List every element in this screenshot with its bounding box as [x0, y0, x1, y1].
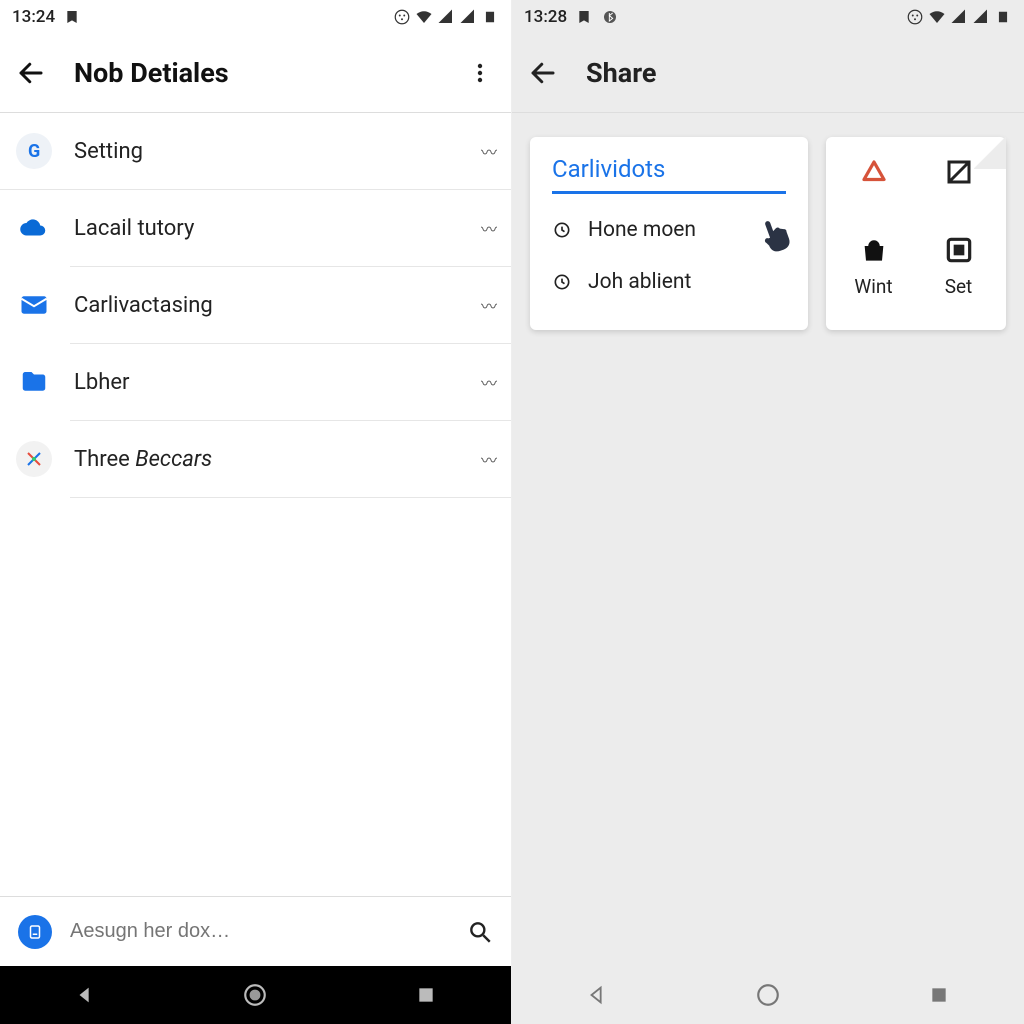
back-button[interactable]: [14, 56, 48, 90]
card-title: Carlividots: [552, 155, 786, 194]
grid-label: Set: [945, 275, 973, 298]
nav-recent[interactable]: [924, 980, 954, 1010]
settings-list: G Setting 〰 Lacail tutory 〰 Carlivactasi…: [0, 113, 511, 896]
wifi-icon: [415, 8, 433, 26]
nav-recent[interactable]: [411, 980, 441, 1010]
search-icon: [467, 919, 493, 945]
nav-home[interactable]: [240, 980, 270, 1010]
clock-icon: [552, 220, 572, 240]
triangle-icon: [855, 153, 893, 191]
signal2-icon: [972, 8, 990, 26]
arrow-left-icon: [16, 58, 46, 88]
square-icon: [940, 231, 978, 269]
list-item-setting[interactable]: G Setting 〰: [0, 113, 511, 189]
status-bar: 13:28: [512, 0, 1024, 34]
bluetooth-icon: [601, 8, 619, 26]
screen-right: 13:28: [512, 0, 1024, 1024]
search-button[interactable]: [467, 919, 493, 945]
grid-cell-wint[interactable]: Wint: [840, 231, 907, 318]
tools-icon: [16, 441, 52, 477]
clock-icon: [552, 272, 572, 292]
chevron-icon: 〰: [481, 216, 495, 240]
screen-left: 13:24 Nob Detiales: [0, 0, 512, 1024]
back-button[interactable]: [526, 56, 560, 90]
svg-text:G: G: [28, 141, 40, 162]
bookmark-icon: [63, 8, 81, 26]
battery-icon: [481, 8, 499, 26]
cloud-icon: [16, 210, 52, 246]
folder-icon: [16, 364, 52, 400]
grid-cell-set[interactable]: Set: [925, 231, 992, 318]
list-item-label: Lbher: [74, 370, 459, 395]
app-circle-icon[interactable]: [18, 915, 52, 949]
list-item-lbher[interactable]: Lbher 〰: [0, 344, 511, 420]
card-share-grid: Wint Set: [826, 137, 1006, 330]
nav-back[interactable]: [70, 980, 100, 1010]
nav-bar: [512, 966, 1024, 1024]
cards-row: Carlividots Hone moen Joh ablient: [512, 113, 1024, 354]
grid-cell-triangle[interactable]: [840, 153, 907, 217]
card-row-label: Hone moen: [588, 218, 696, 242]
list-item-lacail[interactable]: Lacail tutory 〰: [0, 190, 511, 266]
nav-back[interactable]: [582, 980, 612, 1010]
list-item-carliv[interactable]: Carlivactasing 〰: [0, 267, 511, 343]
crossbox-icon: [940, 153, 978, 191]
search-input[interactable]: [70, 920, 449, 943]
wifi-icon: [928, 8, 946, 26]
page-title: Share: [586, 57, 656, 89]
bookmark-icon: [575, 8, 593, 26]
g-icon: G: [16, 133, 52, 169]
battery-icon: [994, 8, 1012, 26]
arrow-left-icon: [528, 58, 558, 88]
list-item-three[interactable]: Three Beccars 〰: [0, 421, 511, 497]
nav-bar: [0, 966, 511, 1024]
more-button[interactable]: [463, 56, 497, 90]
chevron-icon: 〰: [481, 370, 495, 394]
app-bar: Nob Detiales: [0, 34, 511, 112]
list-item-label: Three Beccars: [74, 447, 459, 472]
nav-home[interactable]: [753, 980, 783, 1010]
card-row-joh[interactable]: Joh ablient: [552, 256, 786, 308]
signal-icon: [437, 8, 455, 26]
chevron-icon: 〰: [481, 447, 495, 471]
grid-cell-crossbox[interactable]: [925, 153, 992, 217]
mail-icon: [16, 287, 52, 323]
search-bar: [0, 896, 511, 966]
signal2-icon: [459, 8, 477, 26]
signal-icon: [950, 8, 968, 26]
face-icon: [906, 8, 924, 26]
card-recent: Carlividots Hone moen Joh ablient: [530, 137, 808, 330]
list-item-label: Carlivactasing: [74, 293, 459, 318]
app-bar: Share: [512, 34, 1024, 112]
status-bar: 13:24: [0, 0, 511, 34]
bag-icon: [855, 231, 893, 269]
face-icon: [393, 8, 411, 26]
more-vert-icon: [468, 61, 492, 85]
page-title: Nob Detiales: [74, 57, 229, 89]
chevron-icon: 〰: [481, 293, 495, 317]
list-item-label: Lacail tutory: [74, 216, 459, 241]
status-time: 13:28: [524, 7, 567, 27]
card-row-label: Joh ablient: [588, 270, 691, 294]
list-item-label: Setting: [74, 139, 459, 164]
chevron-icon: 〰: [481, 139, 495, 163]
status-time: 13:24: [12, 7, 55, 27]
grid-label: Wint: [854, 275, 892, 298]
